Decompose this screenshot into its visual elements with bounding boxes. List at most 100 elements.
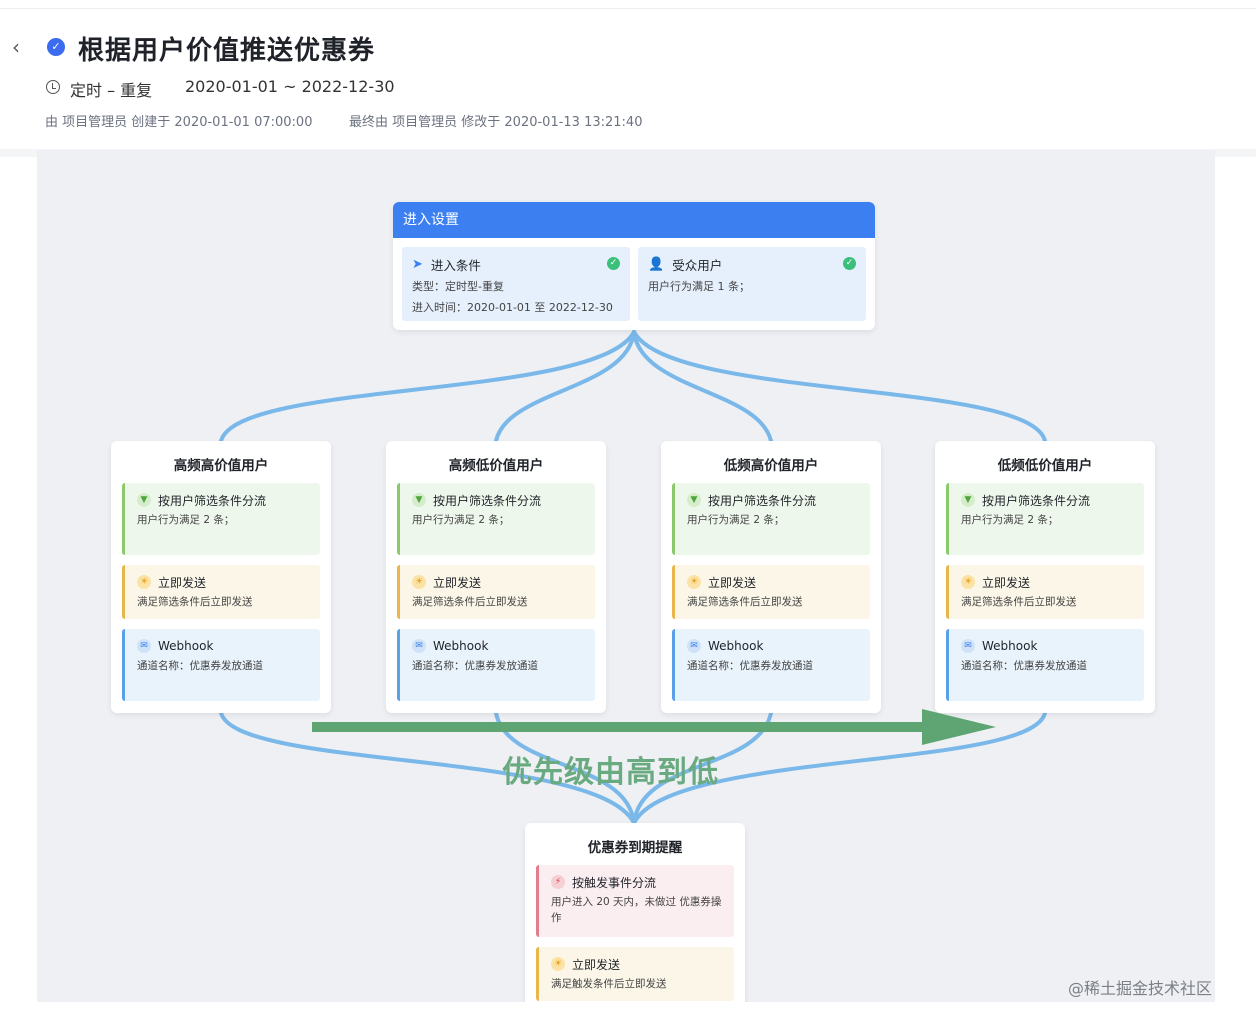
mail-icon: ✉ xyxy=(412,639,426,653)
webhook-step-header: ✉ Webhook xyxy=(961,637,1136,655)
check-icon: ✓ xyxy=(843,257,856,270)
priority-label: 优先级由高到低 xyxy=(502,755,719,790)
send-step-desc: 满足筛选条件后立即发送 xyxy=(961,596,1077,608)
send-step-header: ☀ 立即发送 xyxy=(551,955,726,973)
entry-condition-type: 类型：定时型-重复 xyxy=(412,280,504,293)
send-step-title: 立即发送 xyxy=(158,575,207,590)
webhook-step-title: Webhook xyxy=(158,639,214,653)
send-step-header: ☀ 立即发送 xyxy=(687,573,862,591)
filter-icon: ▼ xyxy=(137,493,151,507)
trigger-step-desc: 用户进入 20 天内，未做过 优惠券操作 xyxy=(551,896,722,924)
webhook-step-header: ✉ Webhook xyxy=(687,637,862,655)
filter-step-header: ▼ 按用户筛选条件分流 xyxy=(412,491,587,509)
sun-icon: ☀ xyxy=(961,575,975,589)
priority-arrow xyxy=(312,709,996,745)
webhook-step-desc: 通道名称：优惠券发放通道 xyxy=(137,660,263,672)
filter-icon: ▼ xyxy=(961,493,975,507)
send-step[interactable]: ☀ 立即发送 满足筛选条件后立即发送 xyxy=(672,565,870,619)
send-step[interactable]: ☀ 立即发送 满足筛选条件后立即发送 xyxy=(397,565,595,619)
webhook-step-title: Webhook xyxy=(433,639,489,653)
bolt-icon: ⚡ xyxy=(551,875,565,889)
send-step[interactable]: ☀ 立即发送 满足触发条件后立即发送 xyxy=(536,947,734,1001)
branch-card[interactable]: 低频高价值用户 ▼ 按用户筛选条件分流 用户行为满足 2 条； ☀ 立即发送 满足筛… xyxy=(661,441,881,713)
filter-step[interactable]: ▼ 按用户筛选条件分流 用户行为满足 2 条； xyxy=(672,483,870,555)
webhook-step[interactable]: ✉ Webhook 通道名称：优惠券发放通道 xyxy=(946,629,1144,701)
filter-step-header: ▼ 按用户筛选条件分流 xyxy=(137,491,312,509)
branch-title: 高频低价值用户 xyxy=(448,458,544,474)
clock-icon xyxy=(46,80,60,94)
filter-step-desc: 用户行为满足 2 条； xyxy=(412,514,510,526)
webhook-step-header: ✉ Webhook xyxy=(137,637,312,655)
schedule-type: 定时 – 重复 xyxy=(70,81,153,100)
send-step[interactable]: ☀ 立即发送 满足筛选条件后立即发送 xyxy=(122,565,320,619)
branch-title: 低频高价值用户 xyxy=(723,458,819,474)
send-step-header: ☀ 立即发送 xyxy=(412,573,587,591)
entry-condition-header: ➤ 进入条件 xyxy=(412,255,620,273)
created-info: 由 项目管理员 创建于 2020-01-01 07:00:00 xyxy=(45,115,313,130)
send-step-desc: 满足触发条件后立即发送 xyxy=(551,978,667,990)
coupon-expiry-card[interactable]: 优惠券到期提醒 ⚡ 按触发事件分流 用户进入 20 天内，未做过 优惠券操作 ☀ 立… xyxy=(525,823,745,1002)
filter-step-title: 按用户筛选条件分流 xyxy=(982,493,1091,508)
entry-condition-panel[interactable]: ➤ 进入条件 类型：定时型-重复 进入时间：2020-01-01 至 2022-… xyxy=(402,247,630,321)
audience-header: 👤 受众用户 xyxy=(648,255,856,273)
entry-settings-title: 进入设置 xyxy=(393,202,875,238)
filter-step-header: ▼ 按用户筛选条件分流 xyxy=(687,491,862,509)
webhook-step-desc: 通道名称：优惠券发放通道 xyxy=(961,660,1087,672)
mail-icon: ✉ xyxy=(961,639,975,653)
webhook-step-desc: 通道名称：优惠券发放通道 xyxy=(687,660,813,672)
filter-step-desc: 用户行为满足 2 条； xyxy=(137,514,235,526)
page-header: ‹ ✓ 根据用户价值推送优惠券 定时 – 重复 2020-01-01 ~ 202… xyxy=(0,0,1256,150)
send-step[interactable]: ☀ 立即发送 满足筛选条件后立即发送 xyxy=(946,565,1144,619)
filter-step-title: 按用户筛选条件分流 xyxy=(433,493,542,508)
branch-card[interactable]: 高频高价值用户 ▼ 按用户筛选条件分流 用户行为满足 2 条； ☀ 立即发送 满足筛… xyxy=(111,441,331,713)
modified-info: 最终由 项目管理员 修改于 2020-01-13 13:21:40 xyxy=(349,115,643,130)
send-step-title: 立即发送 xyxy=(708,575,757,590)
send-step-desc: 满足筛选条件后立即发送 xyxy=(137,596,253,608)
entry-condition-title: 进入条件 xyxy=(430,257,481,273)
webhook-step-desc: 通道名称：优惠券发放通道 xyxy=(412,660,538,672)
send-icon: ➤ xyxy=(412,256,423,272)
credit-watermark: @稀土掘金技术社区 xyxy=(1068,979,1213,998)
send-step-title: 立即发送 xyxy=(982,575,1031,590)
sun-icon: ☀ xyxy=(687,575,701,589)
webhook-step[interactable]: ✉ Webhook 通道名称：优惠券发放通道 xyxy=(122,629,320,701)
sun-icon: ☀ xyxy=(137,575,151,589)
webhook-step-header: ✉ Webhook xyxy=(412,637,587,655)
filter-step[interactable]: ▼ 按用户筛选条件分流 用户行为满足 2 条； xyxy=(946,483,1144,555)
sun-icon: ☀ xyxy=(551,957,565,971)
branch-title: 高频高价值用户 xyxy=(173,458,269,474)
back-icon[interactable]: ‹ xyxy=(12,37,30,57)
webhook-step-title: Webhook xyxy=(708,639,764,653)
webhook-step-title: Webhook xyxy=(982,639,1038,653)
webhook-step[interactable]: ✉ Webhook 通道名称：优惠券发放通道 xyxy=(672,629,870,701)
trigger-step-title: 按触发事件分流 xyxy=(572,875,657,890)
check-icon: ✓ xyxy=(607,257,620,270)
entry-settings-card[interactable]: 进入设置 ➤ 进入条件 类型：定时型-重复 进入时间：2020-01-01 至 … xyxy=(393,202,875,330)
send-step-title: 立即发送 xyxy=(433,575,482,590)
send-step-title: 立即发送 xyxy=(572,957,621,972)
user-icon: 👤 xyxy=(648,256,665,272)
sun-icon: ☀ xyxy=(412,575,426,589)
audience-title: 受众用户 xyxy=(672,257,723,273)
filter-step[interactable]: ▼ 按用户筛选条件分流 用户行为满足 2 条； xyxy=(122,483,320,555)
branch-card[interactable]: 高频低价值用户 ▼ 按用户筛选条件分流 用户行为满足 2 条； ☀ 立即发送 满足筛… xyxy=(386,441,606,713)
filter-step-desc: 用户行为满足 2 条； xyxy=(961,514,1059,526)
status-icon: ✓ xyxy=(47,38,65,56)
send-step-desc: 满足筛选条件后立即发送 xyxy=(687,596,803,608)
page-title: 根据用户价值推送优惠券 xyxy=(78,36,376,66)
branch-title: 低频低价值用户 xyxy=(997,458,1093,474)
trigger-step[interactable]: ⚡ 按触发事件分流 用户进入 20 天内，未做过 优惠券操作 xyxy=(536,865,734,937)
final-title: 优惠券到期提醒 xyxy=(587,840,683,856)
filter-step-title: 按用户筛选条件分流 xyxy=(158,493,267,508)
send-step-header: ☀ 立即发送 xyxy=(961,573,1136,591)
filter-icon: ▼ xyxy=(412,493,426,507)
filter-step-title: 按用户筛选条件分流 xyxy=(708,493,817,508)
branch-card[interactable]: 低频低价值用户 ▼ 按用户筛选条件分流 用户行为满足 2 条； ☀ 立即发送 满足筛… xyxy=(935,441,1155,713)
filter-step[interactable]: ▼ 按用户筛选条件分流 用户行为满足 2 条； xyxy=(397,483,595,555)
flow-canvas[interactable]: 进入设置 ➤ 进入条件 类型：定时型-重复 进入时间：2020-01-01 至 … xyxy=(37,150,1215,1002)
audience-panel[interactable]: 👤 受众用户 用户行为满足 1 条； ✓ xyxy=(638,247,866,321)
webhook-step[interactable]: ✉ Webhook 通道名称：优惠券发放通道 xyxy=(397,629,595,701)
filter-step-desc: 用户行为满足 2 条； xyxy=(687,514,785,526)
schedule-range: 2020-01-01 ~ 2022-12-30 xyxy=(185,77,395,96)
mail-icon: ✉ xyxy=(687,639,701,653)
